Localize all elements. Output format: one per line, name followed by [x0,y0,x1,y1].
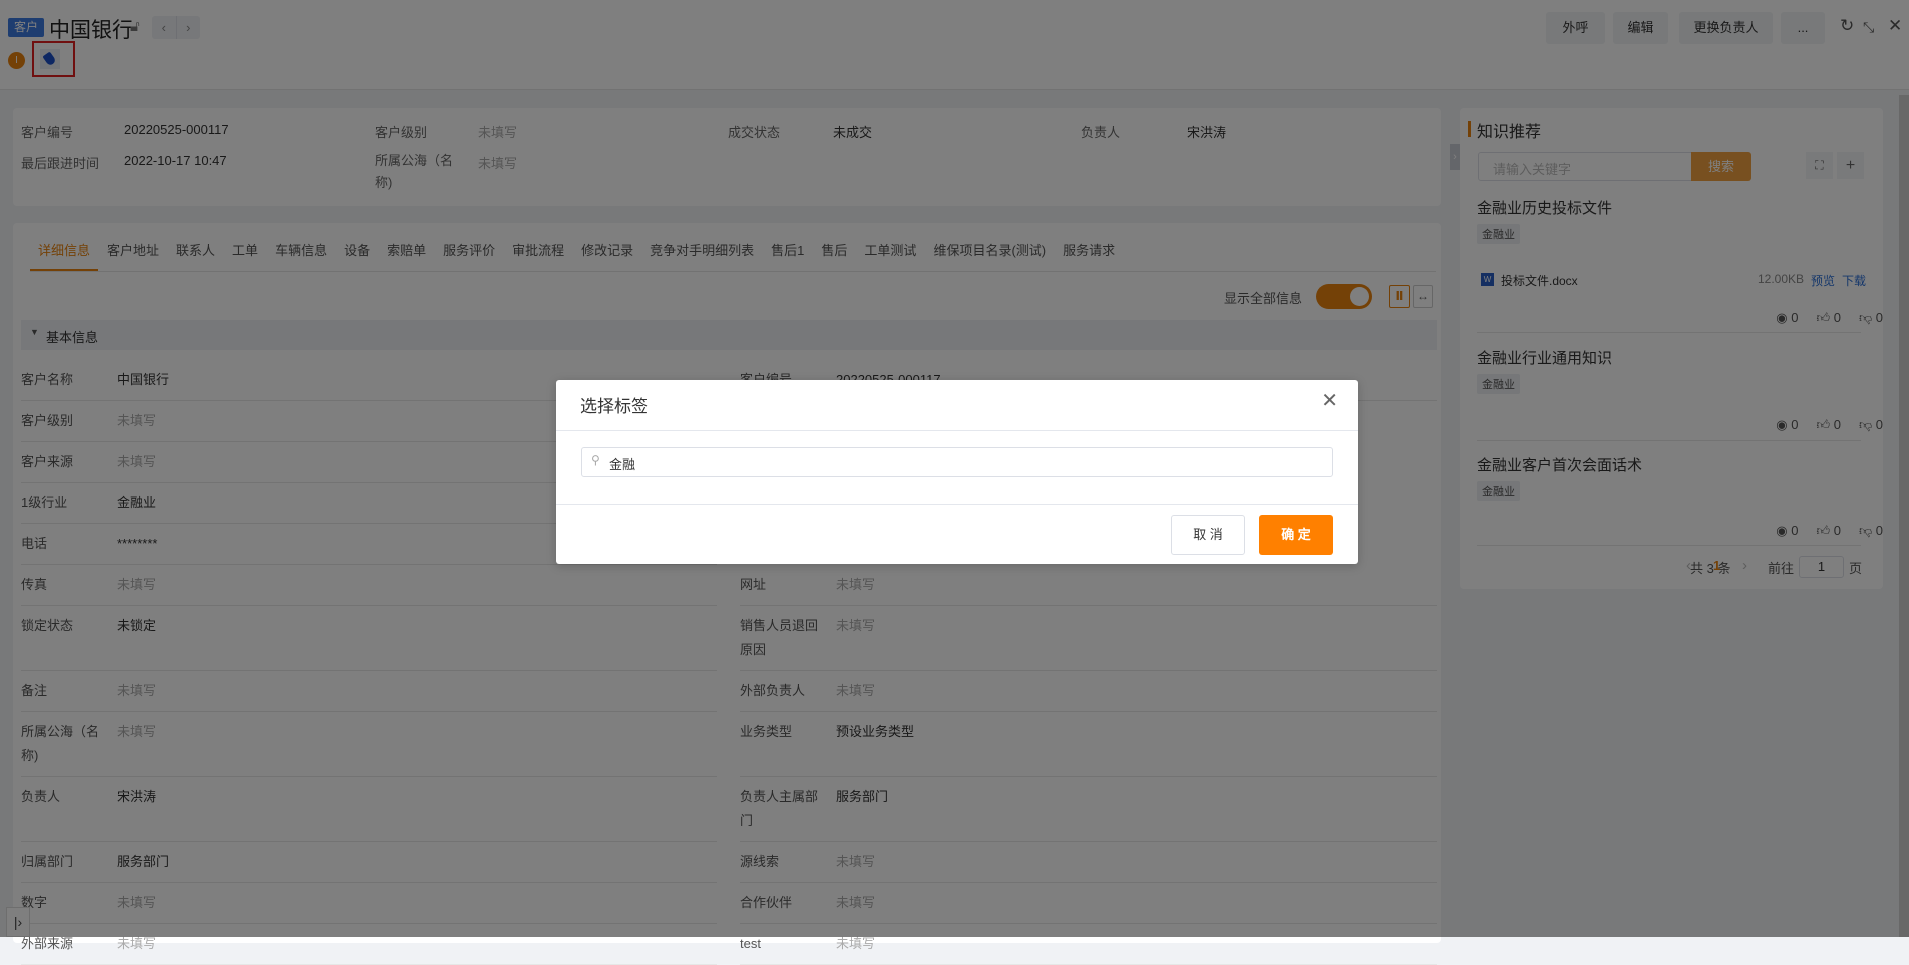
search-icon: ⚲ [591,453,600,467]
confirm-button[interactable]: 确 定 [1259,515,1333,555]
dialog-title: 选择标签 [580,397,648,416]
tag-search-input[interactable]: ⚲ 金融 [581,447,1333,477]
cancel-button[interactable]: 取 消 [1171,515,1245,555]
dialog-close-icon[interactable]: ✕ [1321,388,1338,413]
tag-search-value: 金融 [609,457,636,472]
select-tag-dialog: 选择标签 ✕ ⚲ 金融 取 消 确 定 [556,380,1358,564]
